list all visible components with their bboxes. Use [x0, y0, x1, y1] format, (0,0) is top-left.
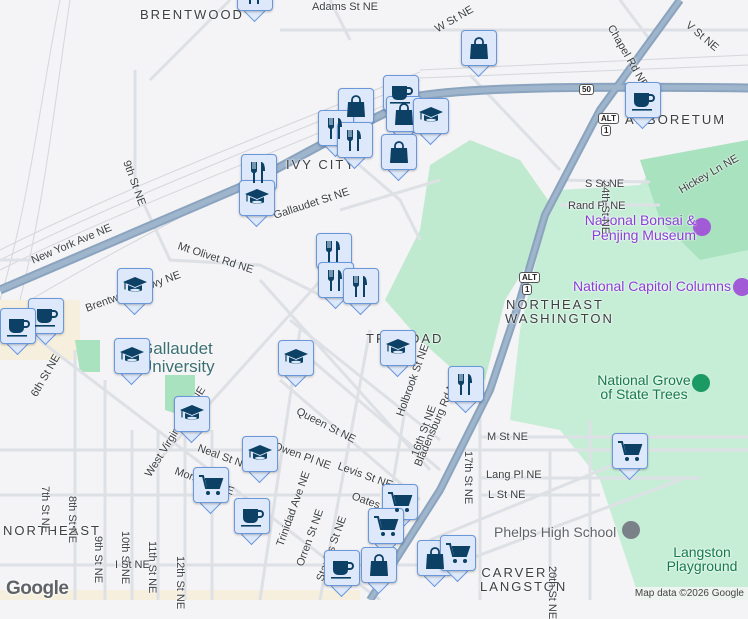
school-marker[interactable]: [380, 330, 416, 378]
gallaudet-label[interactable]: Gallaudet University: [140, 340, 220, 376]
street-label: 8th St NE: [66, 496, 78, 544]
restaurant-marker[interactable]: [337, 122, 373, 170]
street-label: L St NE: [488, 489, 526, 501]
school-icon: [123, 277, 147, 292]
restaurant-icon: [250, 162, 265, 183]
grocery-icon: [618, 441, 643, 461]
grocery-marker[interactable]: [193, 467, 229, 515]
shopping-icon: [470, 37, 488, 59]
coffee-marker[interactable]: [0, 308, 36, 356]
school-marker[interactable]: [278, 340, 314, 388]
street-label: 9th St NE: [92, 536, 104, 584]
grocery-marker[interactable]: [440, 535, 476, 583]
school-icon: [120, 347, 144, 362]
school-marker[interactable]: [242, 436, 278, 484]
street-label: Rand Pl NE: [568, 200, 626, 212]
school-icon: [245, 189, 269, 204]
grocery-icon: [446, 543, 471, 563]
school-icon: [248, 445, 272, 460]
shopping-icon: [395, 103, 413, 125]
street-label: 7th St NE: [39, 486, 51, 534]
street-label: I St NE: [115, 559, 150, 571]
school-icon: [419, 107, 443, 122]
school-marker[interactable]: [114, 338, 150, 386]
street-label: 12th St NE: [174, 556, 186, 610]
street-label: 20th St NE: [546, 566, 558, 619]
school-marker[interactable]: [239, 180, 275, 228]
shopping-marker[interactable]: [361, 547, 397, 595]
shopping-icon: [390, 141, 408, 163]
coffee-marker[interactable]: [234, 498, 270, 546]
street-label: 24th St NE: [599, 181, 611, 235]
us50-shield-icon: 50: [579, 84, 594, 95]
us1-shield: 1: [601, 125, 612, 136]
restaurant-icon: [325, 241, 340, 262]
restaurant-icon: [346, 130, 361, 151]
grocery-icon: [388, 492, 413, 512]
street-label: 17th St NE: [462, 451, 474, 505]
grocery-marker[interactable]: [612, 433, 648, 481]
coffee-marker[interactable]: [324, 550, 360, 598]
school-marker[interactable]: [174, 396, 210, 444]
school-icon: [180, 405, 204, 420]
school-marker[interactable]: [117, 268, 153, 316]
grocery-icon: [374, 516, 399, 536]
grove-label[interactable]: National Grove of State Trees: [594, 373, 694, 401]
us1-shield: 1: [522, 284, 533, 295]
map-attribution[interactable]: Map data ©2026 Google: [630, 587, 748, 600]
grocery-icon: [199, 475, 224, 495]
coffee-icon: [7, 319, 30, 337]
coffee-marker[interactable]: [625, 82, 661, 130]
restaurant-icon: [249, 0, 259, 4]
restaurant-icon: [352, 276, 367, 297]
shopping-marker[interactable]: [461, 30, 497, 78]
shopping-icon: [370, 554, 388, 576]
school-marker[interactable]: [413, 98, 449, 146]
park-field: [75, 340, 100, 372]
school-icon: [386, 339, 410, 354]
coffee-icon: [241, 509, 264, 527]
capitol-columns-label[interactable]: National Capitol Columns: [573, 278, 731, 294]
restaurant-icon: [327, 270, 342, 291]
street-label: M St NE: [487, 431, 528, 443]
coffee-icon: [35, 309, 58, 327]
neighborhood-label: NORTHEAST WASHINGTON: [505, 297, 614, 326]
neighborhood-label: NORTHEAST: [3, 523, 101, 538]
street-label: Lang Pl NE: [486, 469, 542, 481]
restaurant-marker[interactable]: [343, 268, 379, 316]
shopping-marker[interactable]: [381, 134, 417, 182]
alt-shield: ALT: [519, 272, 540, 283]
coffee-icon: [632, 93, 655, 111]
garden-pin-icon[interactable]: [692, 374, 710, 392]
coffee-icon: [331, 561, 354, 579]
restaurant-icon: [457, 374, 472, 395]
restaurant-marker[interactable]: [448, 366, 484, 414]
neighborhood-label: BRENTWOOD: [140, 7, 244, 22]
street-label: 10th St NE: [119, 531, 131, 585]
restaurant-marker[interactable]: [237, 0, 273, 23]
langston-label[interactable]: Langston Playground: [662, 545, 742, 573]
school-icon: [284, 349, 308, 364]
google-logo: Google: [6, 578, 69, 599]
alt-shield: ALT: [598, 113, 619, 124]
school-pin-icon[interactable]: [622, 521, 640, 539]
street-label: Adams St NE: [312, 1, 379, 13]
phelps-label[interactable]: Phelps High School: [494, 524, 616, 540]
bonsai-museum-label[interactable]: National Bonsai & Penjing Museum: [576, 213, 696, 243]
